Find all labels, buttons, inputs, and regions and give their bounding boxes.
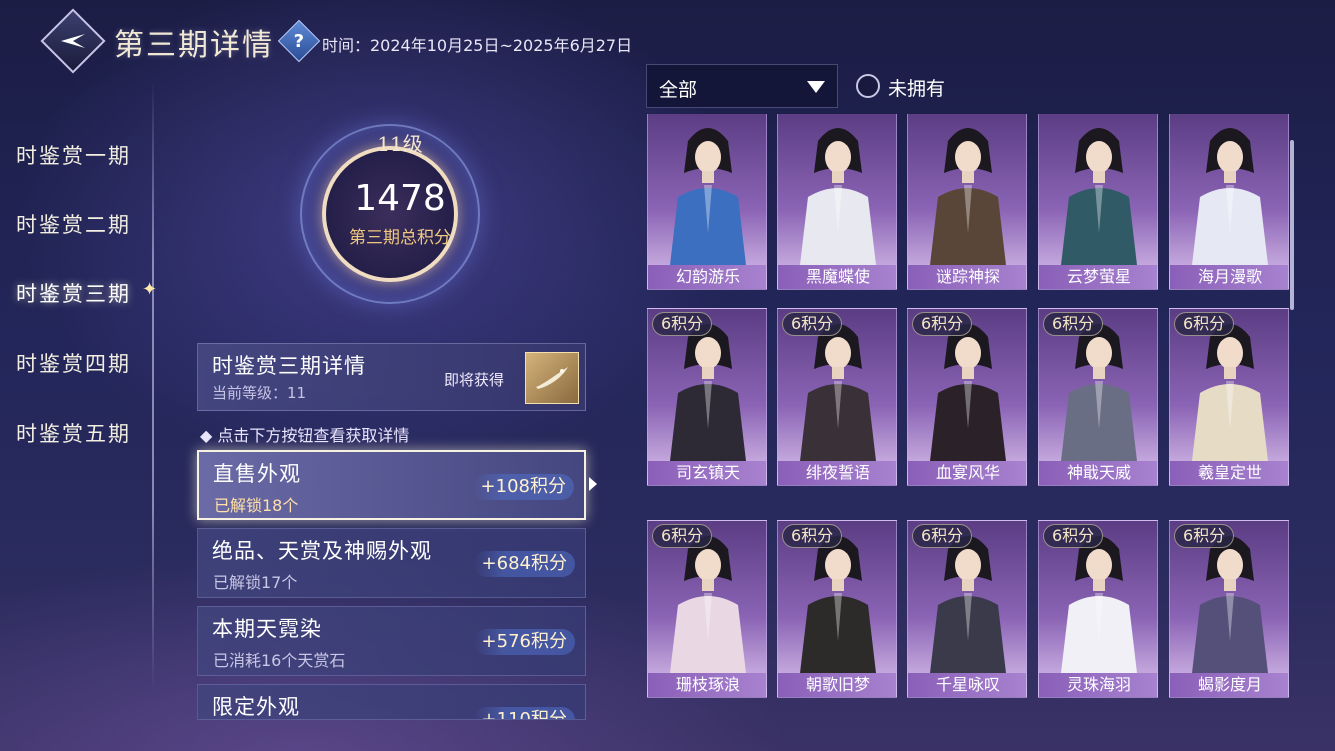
filter-dropdown[interactable]: 全部	[646, 64, 838, 108]
outfit-card[interactable]: 6积分羲皇定世	[1169, 308, 1289, 486]
outfit-name: 幻韵游乐	[648, 265, 766, 289]
page-title: 第三期详情	[114, 28, 274, 63]
category-points: +576积分	[473, 629, 575, 655]
outfit-card[interactable]: 6积分蝎影度月	[1169, 520, 1289, 698]
chevron-down-icon	[807, 81, 825, 93]
category-sub: 已解锁18个	[214, 496, 299, 515]
outfit-name: 神戢天威	[1039, 461, 1157, 485]
outfit-grid: 幻韵游乐 黑魔蝶使 谜踪神探 云梦萤星 海月漫歌 6积分 司玄镇天 6积分 绯夜誓语 6积分 血宴风…	[642, 114, 1294, 720]
outfit-card[interactable]: 海月漫歌	[1169, 114, 1289, 290]
category-direct-sale[interactable]: 直售外观 已解锁18个 +108积分	[197, 450, 586, 520]
category-sub: 已消耗16个天赏石	[213, 651, 346, 670]
character-portrait	[800, 128, 876, 265]
category-dye[interactable]: 本期天霓染 已消耗16个天赏石 +576积分	[197, 606, 586, 676]
outfit-card[interactable]: 云梦萤星	[1038, 114, 1158, 290]
hint-text: ◆ 点击下方按钮查看获取详情	[200, 426, 410, 445]
points-badge: 6积分	[912, 524, 973, 548]
outfit-name: 蝎影度月	[1170, 673, 1288, 697]
upcoming-reward-item[interactable]	[525, 352, 579, 404]
category-title: 绝品、天赏及神赐外观	[212, 539, 432, 563]
outfit-name: 珊枝琢浪	[648, 673, 766, 697]
character-portrait	[1192, 128, 1268, 265]
outfit-card[interactable]: 6积分珊枝琢浪	[647, 520, 767, 698]
nav-item-period-5[interactable]: 时鉴赏五期	[16, 418, 131, 448]
character-portrait	[1061, 128, 1137, 265]
outfit-name: 云梦萤星	[1039, 265, 1157, 289]
nav-item-period-1[interactable]: 时鉴赏一期	[16, 140, 131, 170]
question-icon[interactable]: ?	[277, 19, 321, 63]
character-portrait	[670, 128, 746, 265]
dropdown-value: 全部	[659, 79, 698, 101]
category-title: 直售外观	[213, 462, 301, 486]
back-button[interactable]	[40, 8, 106, 74]
outfit-card[interactable]: 幻韵游乐	[647, 114, 767, 290]
category-points: +110积分	[473, 707, 575, 719]
category-title: 限定外观	[212, 695, 300, 719]
nav-item-period-2[interactable]: 时鉴赏二期	[16, 209, 131, 239]
category-sub: 已解锁17个	[213, 573, 298, 592]
outfit-card[interactable]: 6积分神戢天威	[1038, 308, 1158, 486]
points-badge: 6积分	[912, 312, 973, 336]
outfit-card[interactable]: 黑魔蝶使	[777, 114, 897, 290]
outfit-name: 羲皇定世	[1170, 461, 1288, 485]
outfit-card[interactable]: 6积分灵珠海羽	[1038, 520, 1158, 698]
nav-item-period-3[interactable]: 时鉴赏三期	[16, 278, 131, 308]
points-badge: 6积分	[782, 312, 843, 336]
category-title: 本期天霓染	[212, 617, 322, 641]
event-time: 时间：2024年10月25日~2025年6月27日	[322, 36, 633, 55]
category-points: +684积分	[473, 551, 575, 577]
outfit-name: 朝歌旧梦	[778, 673, 896, 697]
total-score-label: 第三期总积分	[349, 228, 451, 248]
outfit-card[interactable]: 6积分血宴风华	[907, 308, 1027, 486]
nav-divider	[152, 80, 154, 690]
outfit-name: 灵珠海羽	[1039, 673, 1157, 697]
grid-scrollbar[interactable]	[1290, 140, 1294, 310]
points-badge: 6积分	[652, 524, 713, 548]
back-arrow-icon	[61, 34, 85, 48]
unowned-checkbox[interactable]	[856, 74, 880, 98]
points-badge: 6积分	[1043, 524, 1104, 548]
category-premium[interactable]: 绝品、天赏及神赐外观 已解锁17个 +684积分	[197, 528, 586, 598]
feather-icon	[536, 367, 568, 389]
points-badge: 6积分	[652, 312, 713, 336]
upcoming-reward-label: 即将获得	[444, 371, 505, 389]
category-points: +108积分	[472, 474, 574, 500]
outfit-name: 千星咏叹	[908, 673, 1026, 697]
outfit-name: 司玄镇天	[648, 461, 766, 485]
outfit-name: 海月漫歌	[1170, 265, 1288, 289]
points-badge: 6积分	[1174, 524, 1235, 548]
nav-item-period-4[interactable]: 时鉴赏四期	[16, 348, 131, 378]
level-label: 11级	[377, 132, 423, 156]
points-badge: 6积分	[1174, 312, 1235, 336]
character-portrait	[930, 128, 1006, 265]
outfit-card[interactable]: 6积分司玄镇天	[647, 308, 767, 486]
current-level: 当前等级：11	[212, 384, 307, 402]
outfit-card[interactable]: 6积分朝歌旧梦	[777, 520, 897, 698]
outfit-name: 绯夜誓语	[778, 461, 896, 485]
period-detail-title: 时鉴赏三期详情	[212, 354, 366, 378]
outfit-name: 谜踪神探	[908, 265, 1026, 289]
outfit-card[interactable]: 6积分千星咏叹	[907, 520, 1027, 698]
points-badge: 6积分	[782, 524, 843, 548]
active-star-icon: ✦	[142, 279, 158, 300]
outfit-name: 血宴风华	[908, 461, 1026, 485]
active-arrow-icon	[589, 477, 597, 491]
points-badge: 6积分	[1043, 312, 1104, 336]
category-limited[interactable]: 限定外观 +110积分	[197, 684, 586, 720]
total-score: 1478	[354, 178, 446, 219]
outfit-card[interactable]: 6积分绯夜誓语	[777, 308, 897, 486]
unowned-checkbox-label: 未拥有	[888, 78, 946, 100]
outfit-name: 黑魔蝶使	[778, 265, 896, 289]
outfit-card[interactable]: 谜踪神探	[907, 114, 1027, 290]
